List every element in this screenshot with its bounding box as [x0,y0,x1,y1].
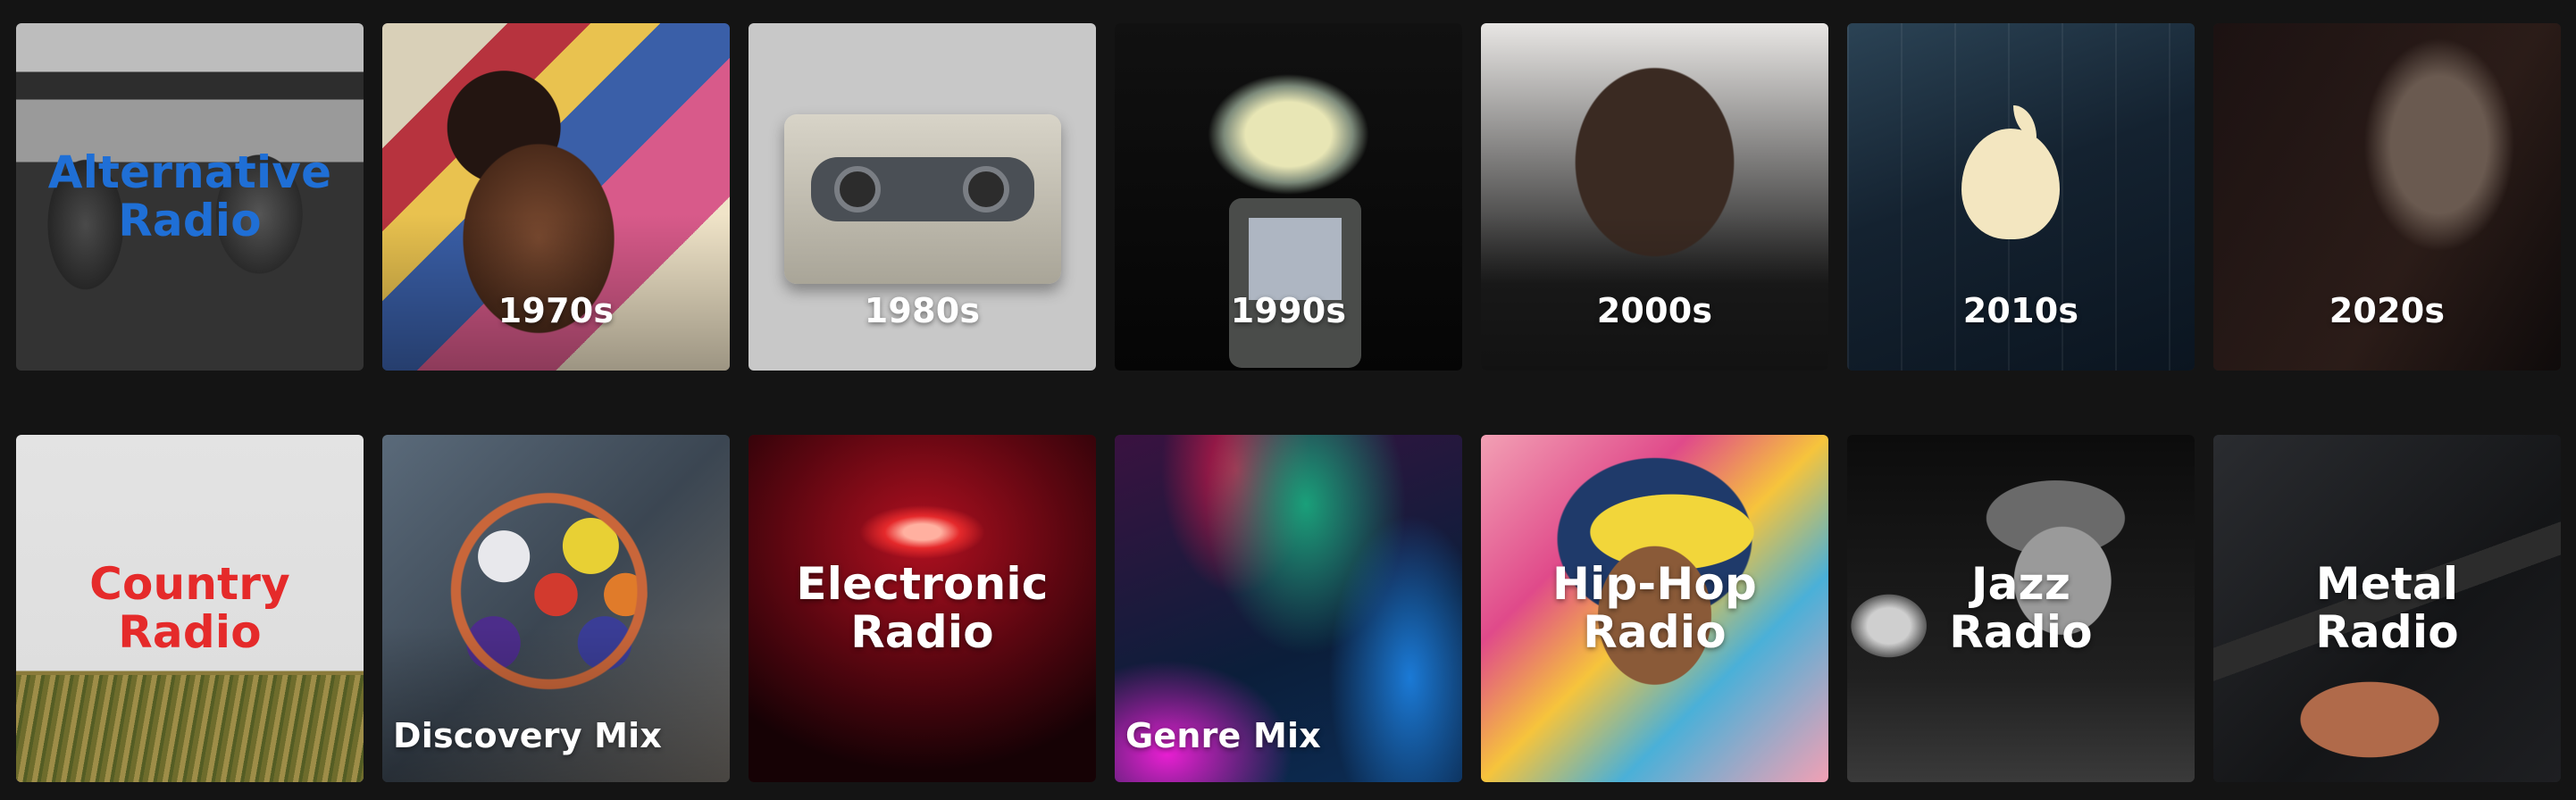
tile-2020s[interactable]: 2020s [2213,23,2561,371]
station-grid: Alternative Radio 1970s 1980s 1990s 2000… [16,23,2561,782]
tile-2010s[interactable]: 2010s [1847,23,2195,371]
tile-electronic-radio[interactable]: Electronic Radio [749,435,1096,782]
tile-label: Country Radio [89,558,290,658]
tile-label: Discovery Mix [393,716,663,755]
tile-label: 1970s [498,291,615,330]
tile-label: 2000s [1596,291,1713,330]
tile-label: 2020s [2329,291,2446,330]
tile-label: 2010s [1962,291,2079,330]
tile-label: 1990s [1230,291,1347,330]
tile-label: 1980s [864,291,981,330]
tile-1980s[interactable]: 1980s [749,23,1096,371]
tile-2000s[interactable]: 2000s [1481,23,1828,371]
tile-1990s[interactable]: 1990s [1115,23,1462,371]
tile-jazz-radio[interactable]: Jazz Radio [1847,435,2195,782]
tile-label: Metal Radio [2315,558,2459,658]
tile-country-radio[interactable]: Country Radio [16,435,364,782]
tile-alternative-radio[interactable]: Alternative Radio [16,23,364,371]
tile-hip-hop-radio[interactable]: Hip-Hop Radio [1481,435,1828,782]
tile-label: Electronic Radio [796,558,1049,658]
tile-label: Hip-Hop Radio [1552,558,1757,658]
tile-label: Jazz Radio [1949,558,2093,658]
tile-discovery-mix[interactable]: Discovery Mix [382,435,730,782]
tile-genre-mix[interactable]: Genre Mix [1115,435,1462,782]
tile-label: Alternative Radio [47,146,332,246]
tile-label: Genre Mix [1125,716,1321,755]
tile-metal-radio[interactable]: Metal Radio [2213,435,2561,782]
tile-1970s[interactable]: 1970s [382,23,730,371]
